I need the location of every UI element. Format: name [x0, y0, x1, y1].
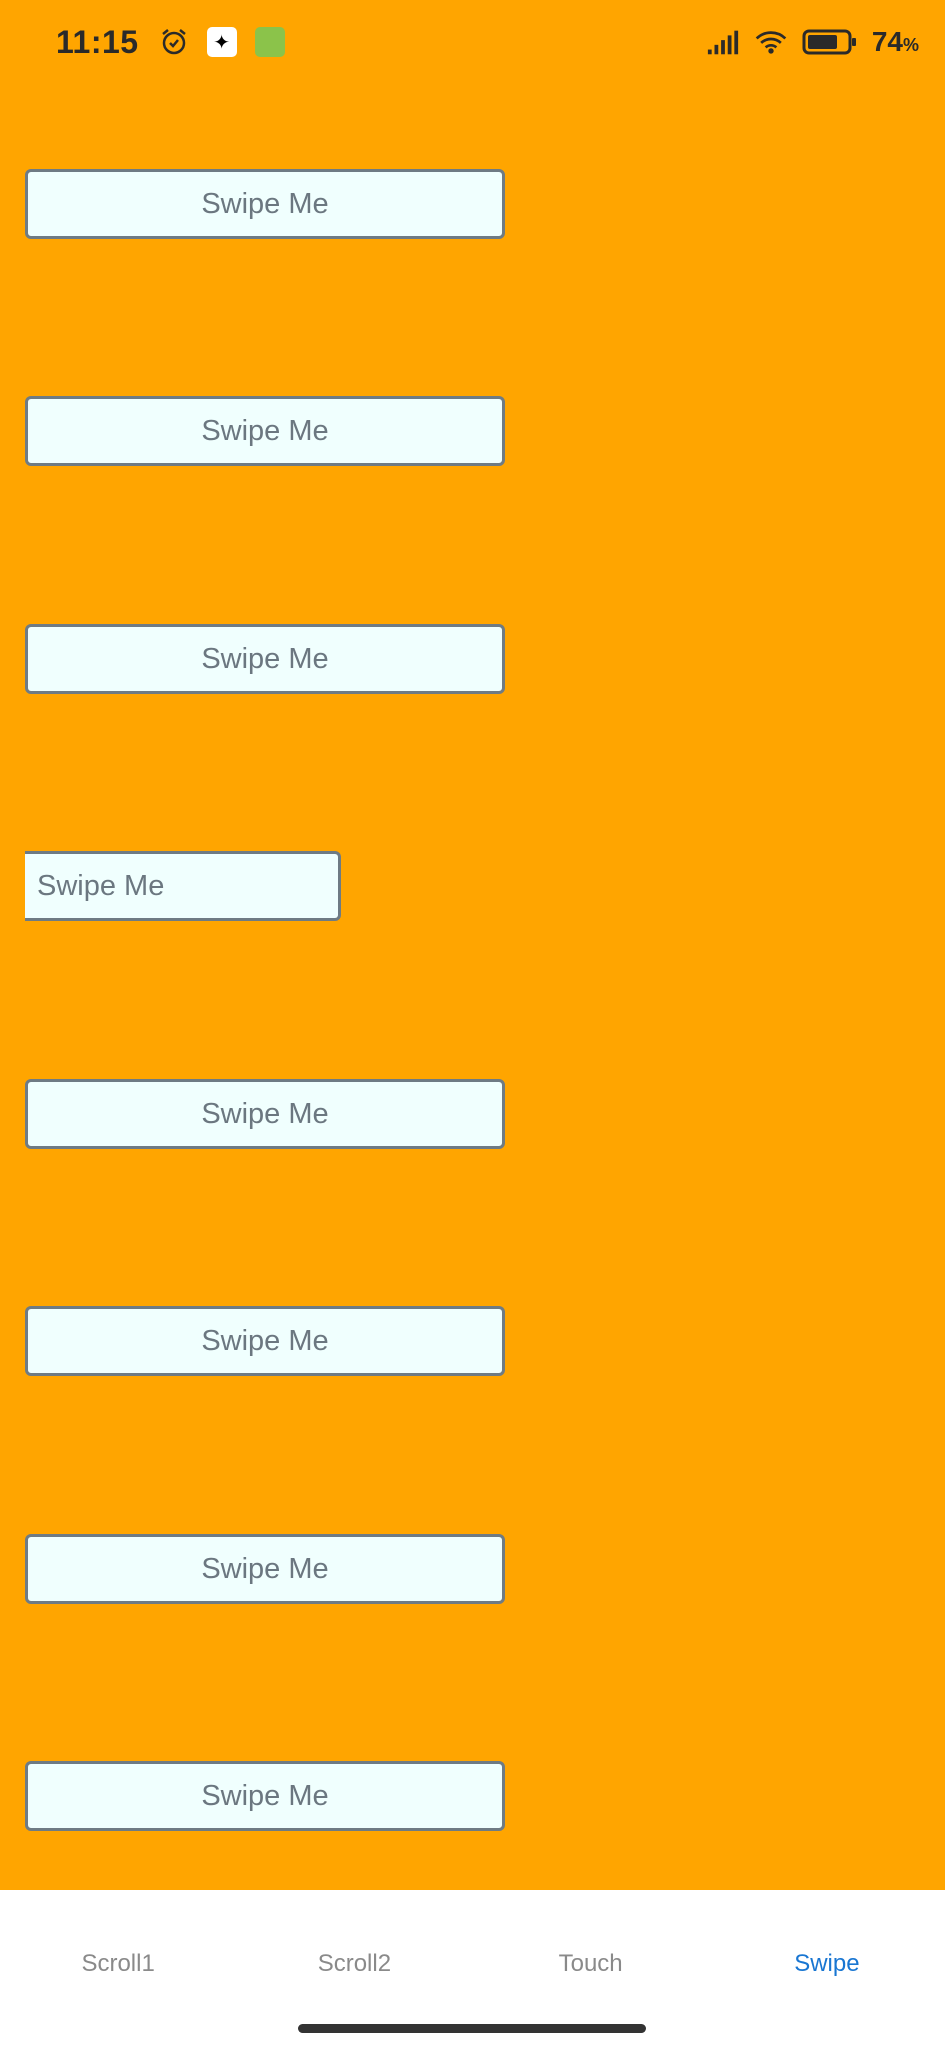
app-icon-green — [253, 25, 287, 59]
swipe-me-button-6[interactable]: Swipe Me — [25, 1306, 505, 1376]
battery-icon — [802, 25, 858, 59]
status-right: 74% — [706, 25, 919, 59]
status-left: 11:15 ✦ — [56, 24, 287, 61]
battery-percent: 74% — [871, 26, 919, 57]
home-indicator[interactable] — [298, 2024, 646, 2033]
alarm-icon — [157, 25, 191, 59]
swipe-me-button-1[interactable]: Swipe Me — [25, 169, 505, 239]
tab-scroll1[interactable]: Scroll1 — [0, 1950, 236, 1978]
swipe-me-button-4[interactable]: Swipe Me — [25, 851, 341, 921]
swipe-me-button-5[interactable]: Swipe Me — [25, 1079, 505, 1149]
swipe-me-button-2[interactable]: Swipe Me — [25, 396, 505, 466]
app-icon-white: ✦ — [205, 25, 239, 59]
tab-swipe[interactable]: Swipe — [709, 1950, 945, 1978]
wifi-icon — [754, 25, 788, 59]
swipe-me-button-3[interactable]: Swipe Me — [25, 624, 505, 694]
swipe-area: Swipe Me Swipe Me Swipe Me Swipe Me Swip… — [0, 84, 945, 1890]
status-time: 11:15 — [56, 23, 139, 60]
tab-scroll2[interactable]: Scroll2 — [236, 1950, 472, 1978]
signal-icon — [706, 25, 740, 59]
swipe-me-button-8[interactable]: Swipe Me — [25, 1761, 505, 1831]
status-bar: 11:15 ✦ 74% — [0, 0, 945, 84]
tab-touch[interactable]: Touch — [473, 1950, 709, 1978]
swipe-me-button-7[interactable]: Swipe Me — [25, 1534, 505, 1604]
